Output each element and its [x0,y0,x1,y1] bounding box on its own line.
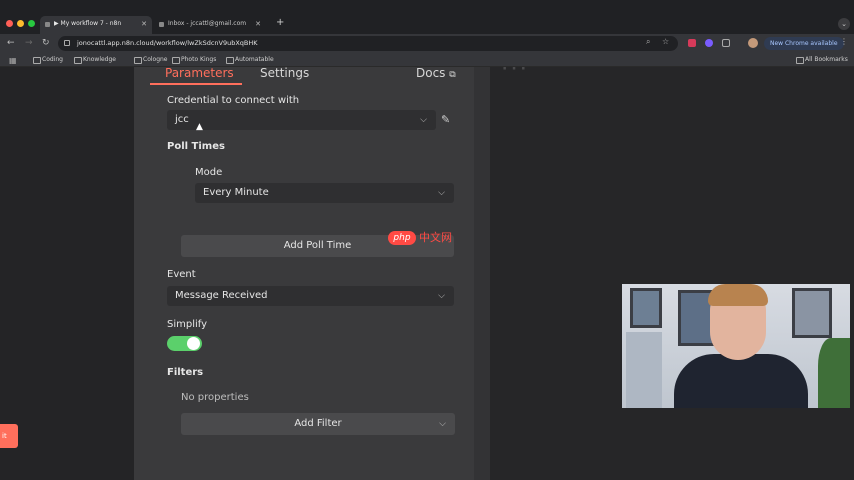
webcam-overlay [622,284,850,408]
webcam-door [626,332,662,408]
bookmark-folder[interactable]: Coding [33,55,63,65]
address-bar[interactable]: jonocattl.app.n8n.cloud/workflow/lwZkSdc… [58,36,678,51]
external-link-icon: ⧉ [449,70,456,80]
url-text: jonocattl.app.n8n.cloud/workflow/lwZkSdc… [77,39,258,47]
webcam-picture-frame [630,288,662,328]
update-chrome-button[interactable]: New Chrome available [764,37,844,50]
minimize-window-icon[interactable] [17,20,24,27]
bookmark-star-icon[interactable]: ☆ [662,37,669,46]
back-icon[interactable]: ← [7,38,15,48]
event-label: Event [167,269,196,280]
watermark-text: 中文网 [419,231,452,244]
close-window-icon[interactable] [6,20,13,27]
close-tab-icon[interactable]: ✕ [141,16,147,32]
zoom-icon[interactable]: ⌕ [646,37,650,47]
extensions-puzzle-icon[interactable] [722,39,730,47]
tab-label: ▶ My workflow 7 - n8n [54,20,122,27]
chevron-down-icon: ⌵ [439,419,446,429]
tab-label: Inbox - jccattl@gmail.com [168,20,247,27]
panel-divider [474,67,490,480]
profile-avatar[interactable] [748,38,758,48]
active-tab-indicator [150,83,242,85]
bookmark-folder[interactable]: Cologne [134,55,168,65]
tab-settings[interactable]: Settings [260,67,309,80]
event-value: Message Received [175,290,268,301]
input-panel [0,67,134,480]
gmail-favicon-icon [159,22,164,27]
browser-menu-icon[interactable]: ⋮ [840,37,848,46]
site-info-icon[interactable] [64,40,70,46]
maximize-window-icon[interactable] [28,20,35,27]
docs-link[interactable]: Docs ⧉ [416,67,456,80]
output-panel [490,67,854,480]
add-filter-label: Add Filter [294,418,342,429]
toggle-knob [187,337,200,350]
n8n-favicon-icon [45,22,50,27]
close-tab-icon[interactable]: ✕ [255,16,261,32]
bookmarks-bar: Coding Knowledge Cologne Photo Kings Aut… [0,53,854,67]
edit-credential-icon[interactable]: ✎ [441,113,450,126]
webcam-plant [818,338,850,408]
mode-label: Mode [195,167,223,178]
webcam-picture-frame [792,288,832,338]
add-filter-button[interactable]: Add Filter ⌵ [181,413,455,435]
docs-label: Docs [416,67,446,80]
credential-select[interactable]: jcc ⌵ [167,110,436,130]
all-bookmarks[interactable]: All Bookmarks [796,55,848,65]
chevron-down-icon: ⌵ [438,188,445,198]
event-select[interactable]: Message Received ⌵ [167,286,454,306]
output-heading-fragment: ··· [502,67,530,77]
forward-icon[interactable]: → [25,38,33,48]
simplify-label: Simplify [167,319,208,330]
chevron-down-icon: ⌵ [420,115,427,125]
browser-tab-bar: ▶ My workflow 7 - n8n ✕ Inbox - jccattl@… [0,0,854,34]
chevron-down-icon: ⌵ [438,291,445,301]
browser-tab-workflow[interactable]: ▶ My workflow 7 - n8n ✕ [40,16,152,34]
credential-value: jcc [175,114,189,125]
n8n-node-editor: ··· Parameters Settings Docs ⧉ Credentia… [0,67,854,480]
mode-value: Every Minute [203,187,269,198]
simplify-toggle[interactable] [167,336,202,351]
no-properties-text: No properties [181,392,249,403]
reload-icon[interactable]: ↻ [42,38,50,48]
bookmark-folder[interactable]: Automatable [226,55,274,65]
new-tab-icon[interactable]: + [276,17,284,28]
bookmark-folder[interactable]: Photo Kings [172,55,216,65]
bookmark-folder[interactable]: Knowledge [74,55,116,65]
filters-heading: Filters [167,367,204,378]
webcam-person-hair [708,284,768,306]
tab-search-icon[interactable]: ⌄ [838,18,850,30]
webcam-person-torso [674,354,808,408]
watermark-logo: php [388,231,416,245]
extension-icon[interactable] [688,39,696,47]
mode-select[interactable]: Every Minute ⌵ [195,183,454,203]
apps-grid-icon[interactable]: ▦ [9,56,17,65]
extension-icon[interactable] [705,39,713,47]
browser-tab-inbox[interactable]: Inbox - jccattl@gmail.com ✕ [154,16,266,34]
poll-times-heading: Poll Times [167,141,225,152]
credential-label: Credential to connect with [167,95,300,106]
tab-parameters[interactable]: Parameters [165,67,234,80]
mouse-pointer-icon: ▲ [196,122,203,132]
side-edge-tab[interactable]: it [0,424,18,448]
